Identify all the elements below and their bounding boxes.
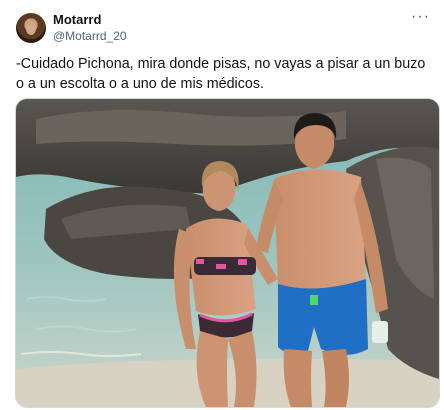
tweet-text: -Cuidado Pichona, mira donde pisas, no v…: [16, 56, 426, 92]
author-name[interactable]: Motarrd: [53, 12, 127, 28]
tweet-photo[interactable]: [15, 98, 440, 408]
tweet-header: Motarrd @Motarrd_20: [16, 10, 127, 46]
more-dots-icon[interactable]: ···: [411, 8, 430, 26]
author-handle[interactable]: @Motarrd_20: [53, 28, 127, 44]
user-info: Motarrd @Motarrd_20: [53, 12, 127, 44]
tweet-card: Motarrd @Motarrd_20 ··· -Cuidado Pichona…: [0, 0, 444, 410]
avatar[interactable]: [16, 13, 46, 43]
